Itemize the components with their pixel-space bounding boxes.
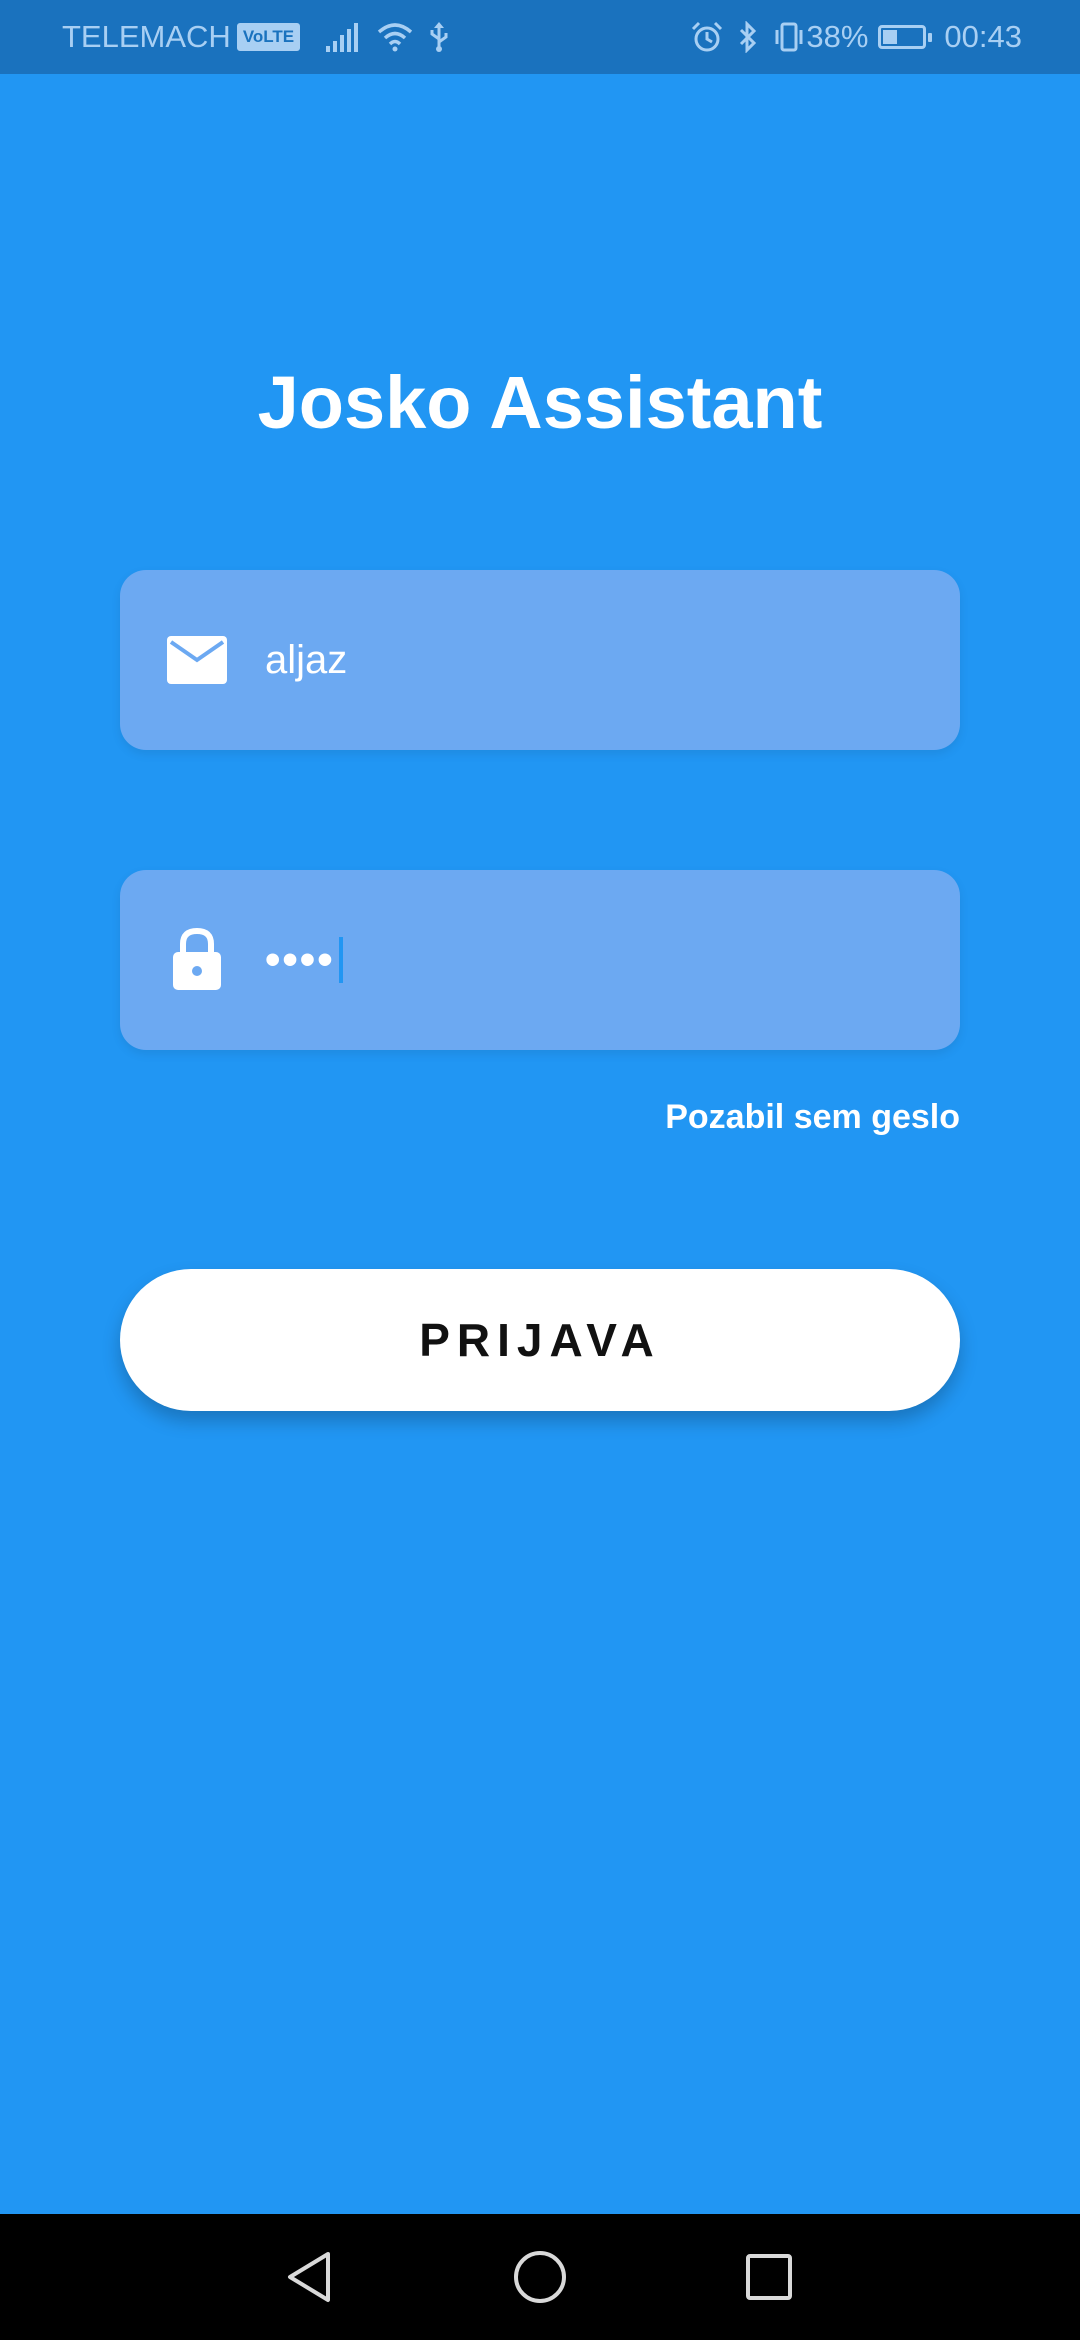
text-cursor	[338, 937, 343, 983]
lock-icon	[162, 925, 232, 995]
status-bar-right: 38% 00:43	[676, 0, 1022, 74]
email-value[interactable]: aljaz	[265, 570, 347, 750]
status-bar-left: TELEMACH VoLTE	[62, 0, 450, 74]
bluetooth-icon	[738, 21, 758, 53]
email-field[interactable]: aljaz	[120, 570, 960, 750]
battery-percent: 38%	[806, 19, 869, 54]
recent-apps-icon[interactable]	[709, 2214, 829, 2340]
battery-level-fill	[883, 30, 898, 44]
password-value: ••••	[265, 935, 335, 984]
usb-icon	[428, 21, 450, 53]
status-bar: TELEMACH VoLTE 38% 00:43	[0, 0, 1080, 74]
back-icon[interactable]	[249, 2214, 369, 2340]
password-value-wrap[interactable]: ••••	[265, 870, 343, 1050]
password-field[interactable]: ••••	[120, 870, 960, 1050]
navigation-bar	[0, 2214, 1080, 2340]
signal-icon	[326, 22, 362, 52]
mail-icon	[162, 625, 232, 695]
wifi-icon	[376, 22, 414, 52]
vibrate-icon	[772, 21, 806, 53]
battery-charging-icon	[878, 25, 933, 49]
carrier-name: TELEMACH	[62, 19, 231, 54]
clock: 00:43	[944, 19, 1022, 54]
forgot-password-link[interactable]: Pozabil sem geslo	[665, 1098, 960, 1137]
alarm-icon	[690, 21, 724, 53]
volte-badge: VoLTE	[236, 23, 301, 51]
login-button[interactable]: PRIJAVA	[120, 1269, 960, 1411]
home-icon[interactable]	[480, 2214, 600, 2340]
app-title: Josko Assistant	[257, 361, 823, 444]
